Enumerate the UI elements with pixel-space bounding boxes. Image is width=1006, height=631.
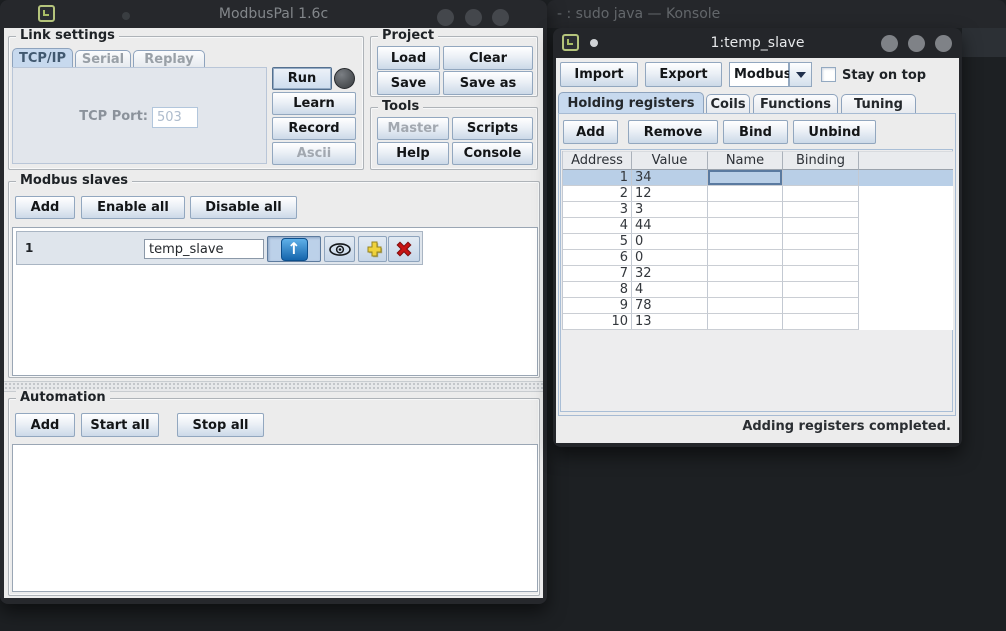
tcp-port-label: TCP Port:	[60, 109, 148, 124]
record-button[interactable]: Record	[272, 117, 356, 140]
slave-window: 1:temp_slave Import Export Modbus Stay o…	[553, 28, 962, 447]
table-row[interactable]: 10 13	[563, 314, 953, 330]
run-button[interactable]: Run	[272, 67, 332, 90]
konsole-title: - : sudo java — Konsole	[557, 6, 720, 22]
col-header-binding[interactable]: Binding	[783, 151, 859, 170]
table-row[interactable]: 2 12	[563, 186, 953, 202]
stay-on-top-label: Stay on top	[842, 68, 926, 83]
automation-list-panel	[12, 444, 538, 592]
ascii-button[interactable]: Ascii	[272, 142, 356, 165]
load-button[interactable]: Load	[377, 46, 440, 70]
col-header-filler	[859, 151, 953, 170]
konsole-body-strip	[962, 28, 1006, 57]
help-button[interactable]: Help	[377, 142, 449, 165]
slave-enable-toggle[interactable]: ↑	[267, 236, 321, 262]
clear-button[interactable]: Clear	[443, 46, 533, 70]
slave-titlebar[interactable]: 1:temp_slave	[553, 28, 962, 58]
start-all-button[interactable]: Start all	[81, 413, 159, 437]
registers-table: Address Value Name Binding 1 34 2 12	[562, 151, 953, 330]
console-button[interactable]: Console	[452, 142, 533, 165]
window-minimize-button[interactable]	[437, 9, 454, 26]
stop-all-button[interactable]: Stop all	[177, 413, 264, 437]
status-message: Adding registers completed.	[742, 419, 951, 434]
tools-title: Tools	[378, 99, 423, 114]
window-maximize-button[interactable]	[465, 9, 482, 26]
modbuspal-window: ModbusPal 1.6c Link settings TCP/IP Seri…	[0, 0, 547, 604]
project-title: Project	[378, 28, 438, 43]
slave-add-automation-button[interactable]	[358, 236, 387, 262]
remove-register-button[interactable]: Remove	[628, 120, 718, 144]
table-row[interactable]: 5 0	[563, 234, 953, 250]
add-automation-button[interactable]: Add	[15, 413, 75, 437]
desktop: - : sudo java — Konsole ModbusPal 1.6c L…	[0, 0, 1006, 631]
konsole-titlebar[interactable]: - : sudo java — Konsole	[547, 0, 1006, 28]
slave-delete-button[interactable]	[388, 236, 420, 262]
tab-replay[interactable]: Replay	[133, 50, 205, 68]
add-slave-button[interactable]: Add	[15, 196, 75, 219]
mode-combobox-arrow[interactable]	[789, 62, 812, 87]
master-button[interactable]: Master	[377, 117, 449, 140]
export-button[interactable]: Export	[645, 62, 722, 87]
window-close-button[interactable]	[492, 9, 509, 26]
disable-all-button[interactable]: Disable all	[190, 196, 297, 219]
up-arrow-icon: ↑	[281, 238, 308, 261]
slave-id: 1	[25, 241, 33, 255]
enable-all-button[interactable]: Enable all	[81, 196, 185, 219]
save-button[interactable]: Save	[377, 71, 440, 95]
table-row[interactable]: 6 0	[563, 250, 953, 266]
table-header-row: Address Value Name Binding	[563, 151, 953, 170]
tab-serial[interactable]: Serial	[75, 50, 131, 68]
window-minimize-button[interactable]	[881, 35, 898, 52]
tab-holding-registers[interactable]: Holding registers	[558, 92, 704, 114]
save-as-button[interactable]: Save as	[443, 71, 533, 95]
import-button[interactable]: Import	[560, 62, 638, 87]
tab-tcpip[interactable]: TCP/IP	[12, 48, 73, 68]
table-row[interactable]: 7 32	[563, 266, 953, 282]
tab-tuning[interactable]: Tuning	[841, 94, 916, 114]
window-maximize-button[interactable]	[908, 35, 925, 52]
automation-title: Automation	[16, 390, 110, 405]
table-row[interactable]: 8 4	[563, 282, 953, 298]
tab-functions[interactable]: Functions	[753, 94, 838, 114]
unbind-button[interactable]: Unbind	[793, 120, 876, 144]
eye-icon	[329, 243, 351, 256]
cell-name[interactable]	[708, 170, 783, 186]
table-row[interactable]: 4 44	[563, 218, 953, 234]
scripts-button[interactable]: Scripts	[452, 117, 533, 140]
add-register-button[interactable]: Add	[563, 120, 618, 144]
delete-x-icon	[394, 239, 414, 259]
learn-button[interactable]: Learn	[272, 92, 356, 115]
col-header-name[interactable]: Name	[708, 151, 783, 170]
cell-binding	[783, 170, 859, 186]
mode-combobox[interactable]: Modbus	[729, 62, 789, 87]
link-status-led	[334, 68, 355, 89]
window-close-button[interactable]	[935, 35, 952, 52]
link-settings-title: Link settings	[16, 28, 119, 43]
tab-coils[interactable]: Coils	[706, 94, 750, 114]
col-header-address[interactable]: Address	[563, 151, 632, 170]
bind-button[interactable]: Bind	[723, 120, 788, 144]
slave-view-button[interactable]	[324, 236, 355, 262]
registers-scrollpane[interactable]: Address Value Name Binding 1 34 2 12	[560, 149, 953, 412]
modbuspal-titlebar[interactable]: ModbusPal 1.6c	[0, 0, 547, 28]
slave-name-input[interactable]	[144, 239, 264, 259]
stay-on-top-checkbox[interactable]	[821, 67, 836, 82]
slave-row[interactable]: 1 ↑	[16, 231, 423, 265]
plus-icon	[363, 239, 383, 259]
table-row[interactable]: 1 34	[563, 170, 953, 186]
table-row[interactable]: 9 78	[563, 298, 953, 314]
chevron-down-icon	[796, 72, 806, 78]
mode-combobox-value: Modbus	[734, 67, 791, 82]
modbus-slaves-title: Modbus slaves	[16, 173, 132, 188]
col-header-value[interactable]: Value	[632, 151, 708, 170]
tcp-port-input[interactable]	[152, 107, 198, 128]
window-title: 1:temp_slave	[553, 35, 962, 51]
table-row[interactable]: 3 3	[563, 202, 953, 218]
